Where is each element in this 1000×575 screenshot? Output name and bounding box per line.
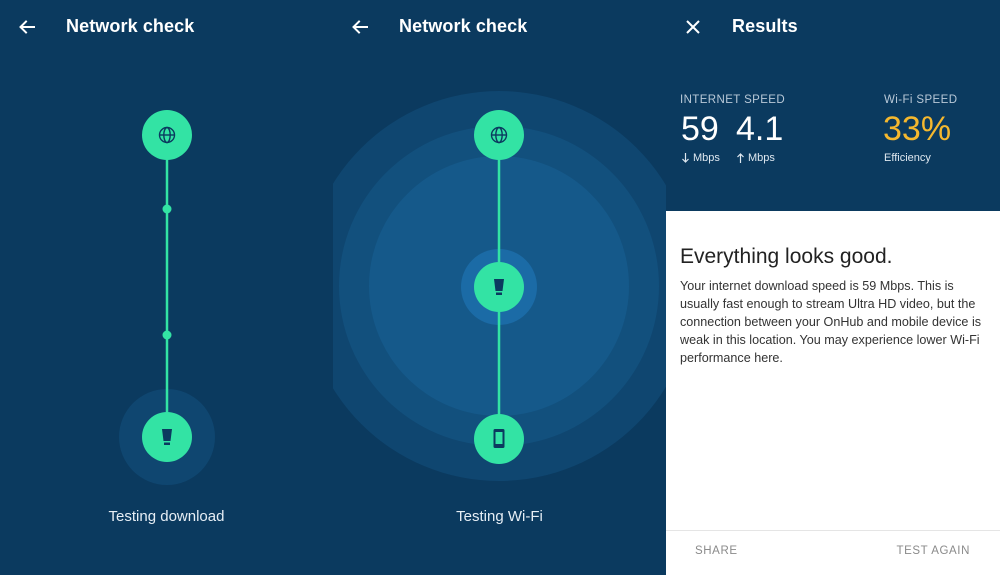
internet-speed-label: INTERNET SPEED	[680, 94, 786, 106]
wifi-efficiency-value: 33%	[883, 110, 952, 148]
phone-icon	[493, 429, 505, 448]
results-screen: Results INTERNET SPEED 59 4.1 Mbps Mbps …	[666, 0, 1000, 575]
status-text: Testing download	[108, 508, 225, 525]
download-unit-text: Mbps	[693, 152, 720, 164]
page-title: Network check	[399, 16, 528, 36]
screenshot-frame: Network check Testing download Network c…	[0, 0, 1000, 575]
progress-dot	[162, 204, 172, 214]
progress-dot	[162, 330, 172, 340]
test-again-button[interactable]: TEST AGAIN	[896, 545, 970, 557]
results-card: Everything looks good. Your internet dow…	[666, 211, 1000, 575]
share-button[interactable]: SHARE	[695, 545, 738, 557]
internet-node	[142, 110, 192, 160]
wifi-efficiency-label: Efficiency	[884, 152, 931, 164]
router-node	[142, 412, 192, 462]
wifi-speed-label: Wi-Fi SPEED	[884, 94, 958, 106]
close-icon	[686, 20, 700, 34]
page-title: Results	[732, 16, 798, 36]
app-bar: Network check	[333, 0, 666, 56]
app-bar: Results	[666, 0, 1000, 56]
network-diagram	[119, 110, 215, 485]
arrow-down-icon	[682, 153, 689, 163]
arrow-left-icon	[352, 20, 368, 34]
results-headline: Everything looks good.	[680, 245, 893, 268]
arrow-up-icon	[737, 153, 744, 163]
router-node	[474, 262, 524, 312]
phone-node	[474, 414, 524, 464]
status-text: Testing Wi-Fi	[456, 508, 543, 525]
upload-speed-value: 4.1	[736, 110, 784, 148]
upload-unit-text: Mbps	[748, 152, 775, 164]
results-description: Your internet download speed is 59 Mbps.…	[680, 279, 982, 365]
network-check-wifi-screen: Network check Testing Wi-Fi	[333, 0, 666, 575]
internet-node	[474, 110, 524, 160]
upload-unit: Mbps	[737, 152, 775, 164]
divider	[666, 530, 1000, 531]
download-speed-value: 59	[681, 110, 719, 148]
close-button[interactable]	[680, 14, 706, 40]
network-diagram	[333, 91, 666, 481]
back-button[interactable]	[347, 14, 373, 40]
network-check-download-screen: Network check Testing download	[0, 0, 333, 575]
download-unit: Mbps	[682, 152, 720, 164]
